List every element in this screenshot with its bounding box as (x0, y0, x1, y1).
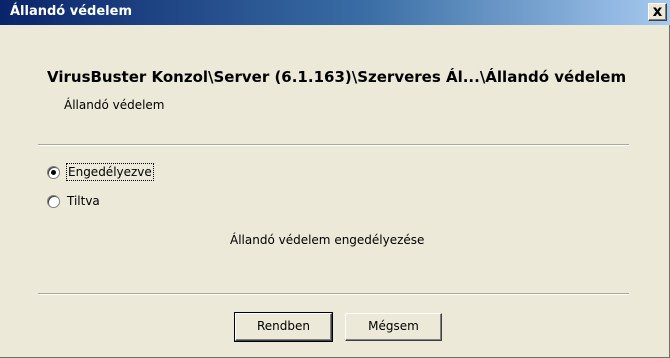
dialog-window: Állandó védelem x VirusBuster Konzol\Ser… (0, 0, 670, 358)
radio-selected-dot (51, 169, 56, 175)
option-description: Állandó védelem engedélyezése (230, 233, 425, 247)
radio-enabled-label[interactable]: Engedélyezve (66, 163, 154, 181)
radio-enabled-circle[interactable] (47, 165, 60, 179)
top-separator (38, 144, 629, 146)
window-title: Állandó védelem (10, 4, 132, 19)
close-icon: x (652, 2, 663, 20)
page-subtitle: Állandó védelem (64, 98, 165, 112)
bottom-separator (38, 293, 629, 295)
title-bar[interactable]: Állandó védelem x (0, 0, 670, 25)
cancel-button[interactable]: Mégsem (345, 313, 442, 341)
breadcrumb-path: VirusBuster Konzol\Server (6.1.163)\Szer… (47, 68, 627, 86)
ok-button[interactable]: Rendben (234, 312, 333, 342)
radio-disabled[interactable]: Tiltva (47, 192, 100, 210)
close-button[interactable]: x (648, 3, 667, 21)
radio-enabled[interactable]: Engedélyezve (47, 163, 154, 181)
radio-disabled-circle[interactable] (47, 194, 60, 208)
radio-disabled-label[interactable]: Tiltva (67, 193, 100, 209)
